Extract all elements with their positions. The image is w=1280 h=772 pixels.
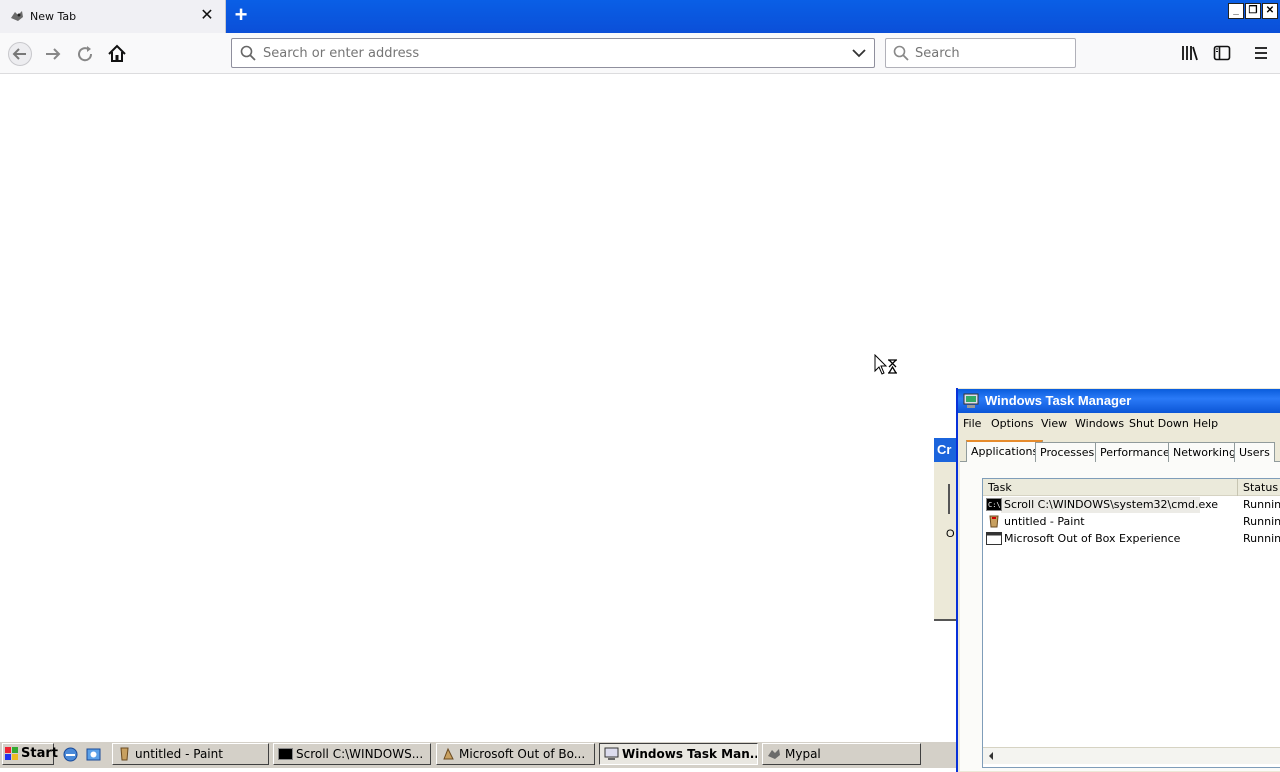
menu-options[interactable]: Options xyxy=(991,417,1033,430)
taskbar-button-label: untitled - Paint xyxy=(135,747,223,761)
task-row[interactable]: untitled - Paint Running xyxy=(986,514,1280,530)
search-icon xyxy=(240,45,256,61)
window-close-button[interactable]: ✕ xyxy=(1262,3,1278,19)
oobe-icon xyxy=(443,747,454,760)
paint-icon xyxy=(989,515,999,528)
task-status: Running xyxy=(1243,532,1280,545)
dialog-edge xyxy=(948,484,954,514)
taskbar-button-cmd[interactable]: Scroll C:\WINDOWS... xyxy=(273,743,431,765)
back-arrow-icon[interactable] xyxy=(8,42,32,66)
home-icon[interactable] xyxy=(105,42,129,66)
plus-icon[interactable]: + xyxy=(230,4,252,27)
task-name: Microsoft Out of Box Experience xyxy=(1004,532,1181,545)
search-icon xyxy=(893,45,909,61)
tab-networking[interactable]: Networking xyxy=(1168,442,1241,462)
hamburger-menu-icon[interactable] xyxy=(1252,44,1270,62)
taskbar-button-label: Scroll C:\WINDOWS... xyxy=(296,747,424,761)
outlook-express-icon[interactable] xyxy=(85,746,102,763)
library-icon[interactable] xyxy=(1181,44,1199,62)
window-icon xyxy=(986,532,1002,545)
close-icon[interactable]: ✕ xyxy=(198,7,216,25)
column-divider[interactable] xyxy=(1237,479,1238,496)
reload-icon[interactable] xyxy=(73,42,97,66)
scroll-left-icon[interactable] xyxy=(986,750,996,762)
mypal-icon xyxy=(768,749,780,759)
taskbar-button-paint[interactable]: untitled - Paint xyxy=(112,743,269,765)
mypal-icon xyxy=(11,11,23,21)
restore-button[interactable]: ❐ xyxy=(1245,3,1261,19)
menu-view[interactable]: View xyxy=(1041,417,1067,430)
forward-arrow-icon[interactable] xyxy=(41,42,65,66)
windows-logo-icon xyxy=(5,747,18,760)
task-name: untitled - Paint xyxy=(1004,515,1085,528)
menu-windows[interactable]: Windows xyxy=(1075,417,1124,430)
taskbar-button-mypal[interactable]: Mypal xyxy=(762,743,921,765)
column-task[interactable]: Task xyxy=(988,481,1012,494)
dialog-option-label: O xyxy=(946,528,955,540)
minimize-button[interactable]: _ xyxy=(1228,3,1244,19)
column-status[interactable]: Status xyxy=(1243,481,1278,494)
tab-applications[interactable]: Applications xyxy=(966,440,1044,462)
url-input[interactable] xyxy=(263,44,823,62)
start-label: Start xyxy=(21,746,58,761)
menu-help[interactable]: Help xyxy=(1193,417,1218,430)
tab-users[interactable]: Users xyxy=(1234,442,1275,462)
chevron-down-icon[interactable] xyxy=(851,46,867,60)
computer-icon xyxy=(963,393,979,408)
menu-shut-down[interactable]: Shut Down xyxy=(1129,417,1189,430)
tab-processes[interactable]: Processes xyxy=(1035,442,1100,462)
menu-file[interactable]: File xyxy=(963,417,981,430)
taskbar-button-oobe[interactable]: Microsoft Out of Bo... xyxy=(436,743,595,765)
task-status: Running xyxy=(1243,498,1280,511)
task-status: Running xyxy=(1243,515,1280,528)
busy-cursor-icon xyxy=(874,354,897,375)
task-row[interactable]: C:\ Scroll C:\WINDOWS\system32\cmd.exe R… xyxy=(986,497,1280,513)
task-list-header xyxy=(983,479,1280,496)
cmd-icon: C:\ xyxy=(986,498,1002,511)
sidebar-icon[interactable] xyxy=(1213,44,1231,62)
taskbar-button-label: Mypal xyxy=(785,747,821,761)
tab-performance[interactable]: Performance xyxy=(1095,442,1175,462)
background-dialog-title: Cr xyxy=(934,438,956,462)
taskbar-button-task-manager[interactable]: Windows Task Man... xyxy=(599,743,758,765)
task-name: Scroll C:\WINDOWS\system32\cmd.exe xyxy=(1004,498,1219,511)
taskbar-button-label: Microsoft Out of Bo... xyxy=(459,747,586,761)
taskbar-button-label: Windows Task Man... xyxy=(622,747,758,761)
paint-icon xyxy=(120,747,129,761)
computer-icon xyxy=(604,747,619,760)
internet-explorer-icon[interactable] xyxy=(62,746,79,763)
task-manager-title: Windows Task Manager xyxy=(985,393,1132,408)
horizontal-scrollbar[interactable] xyxy=(983,747,1280,764)
search-input[interactable] xyxy=(915,44,1065,62)
tab-title: New Tab xyxy=(30,10,77,23)
cmd-icon xyxy=(278,748,293,760)
task-row[interactable]: Microsoft Out of Box Experience Running xyxy=(986,531,1280,547)
svg-text:C:\: C:\ xyxy=(988,501,1001,509)
